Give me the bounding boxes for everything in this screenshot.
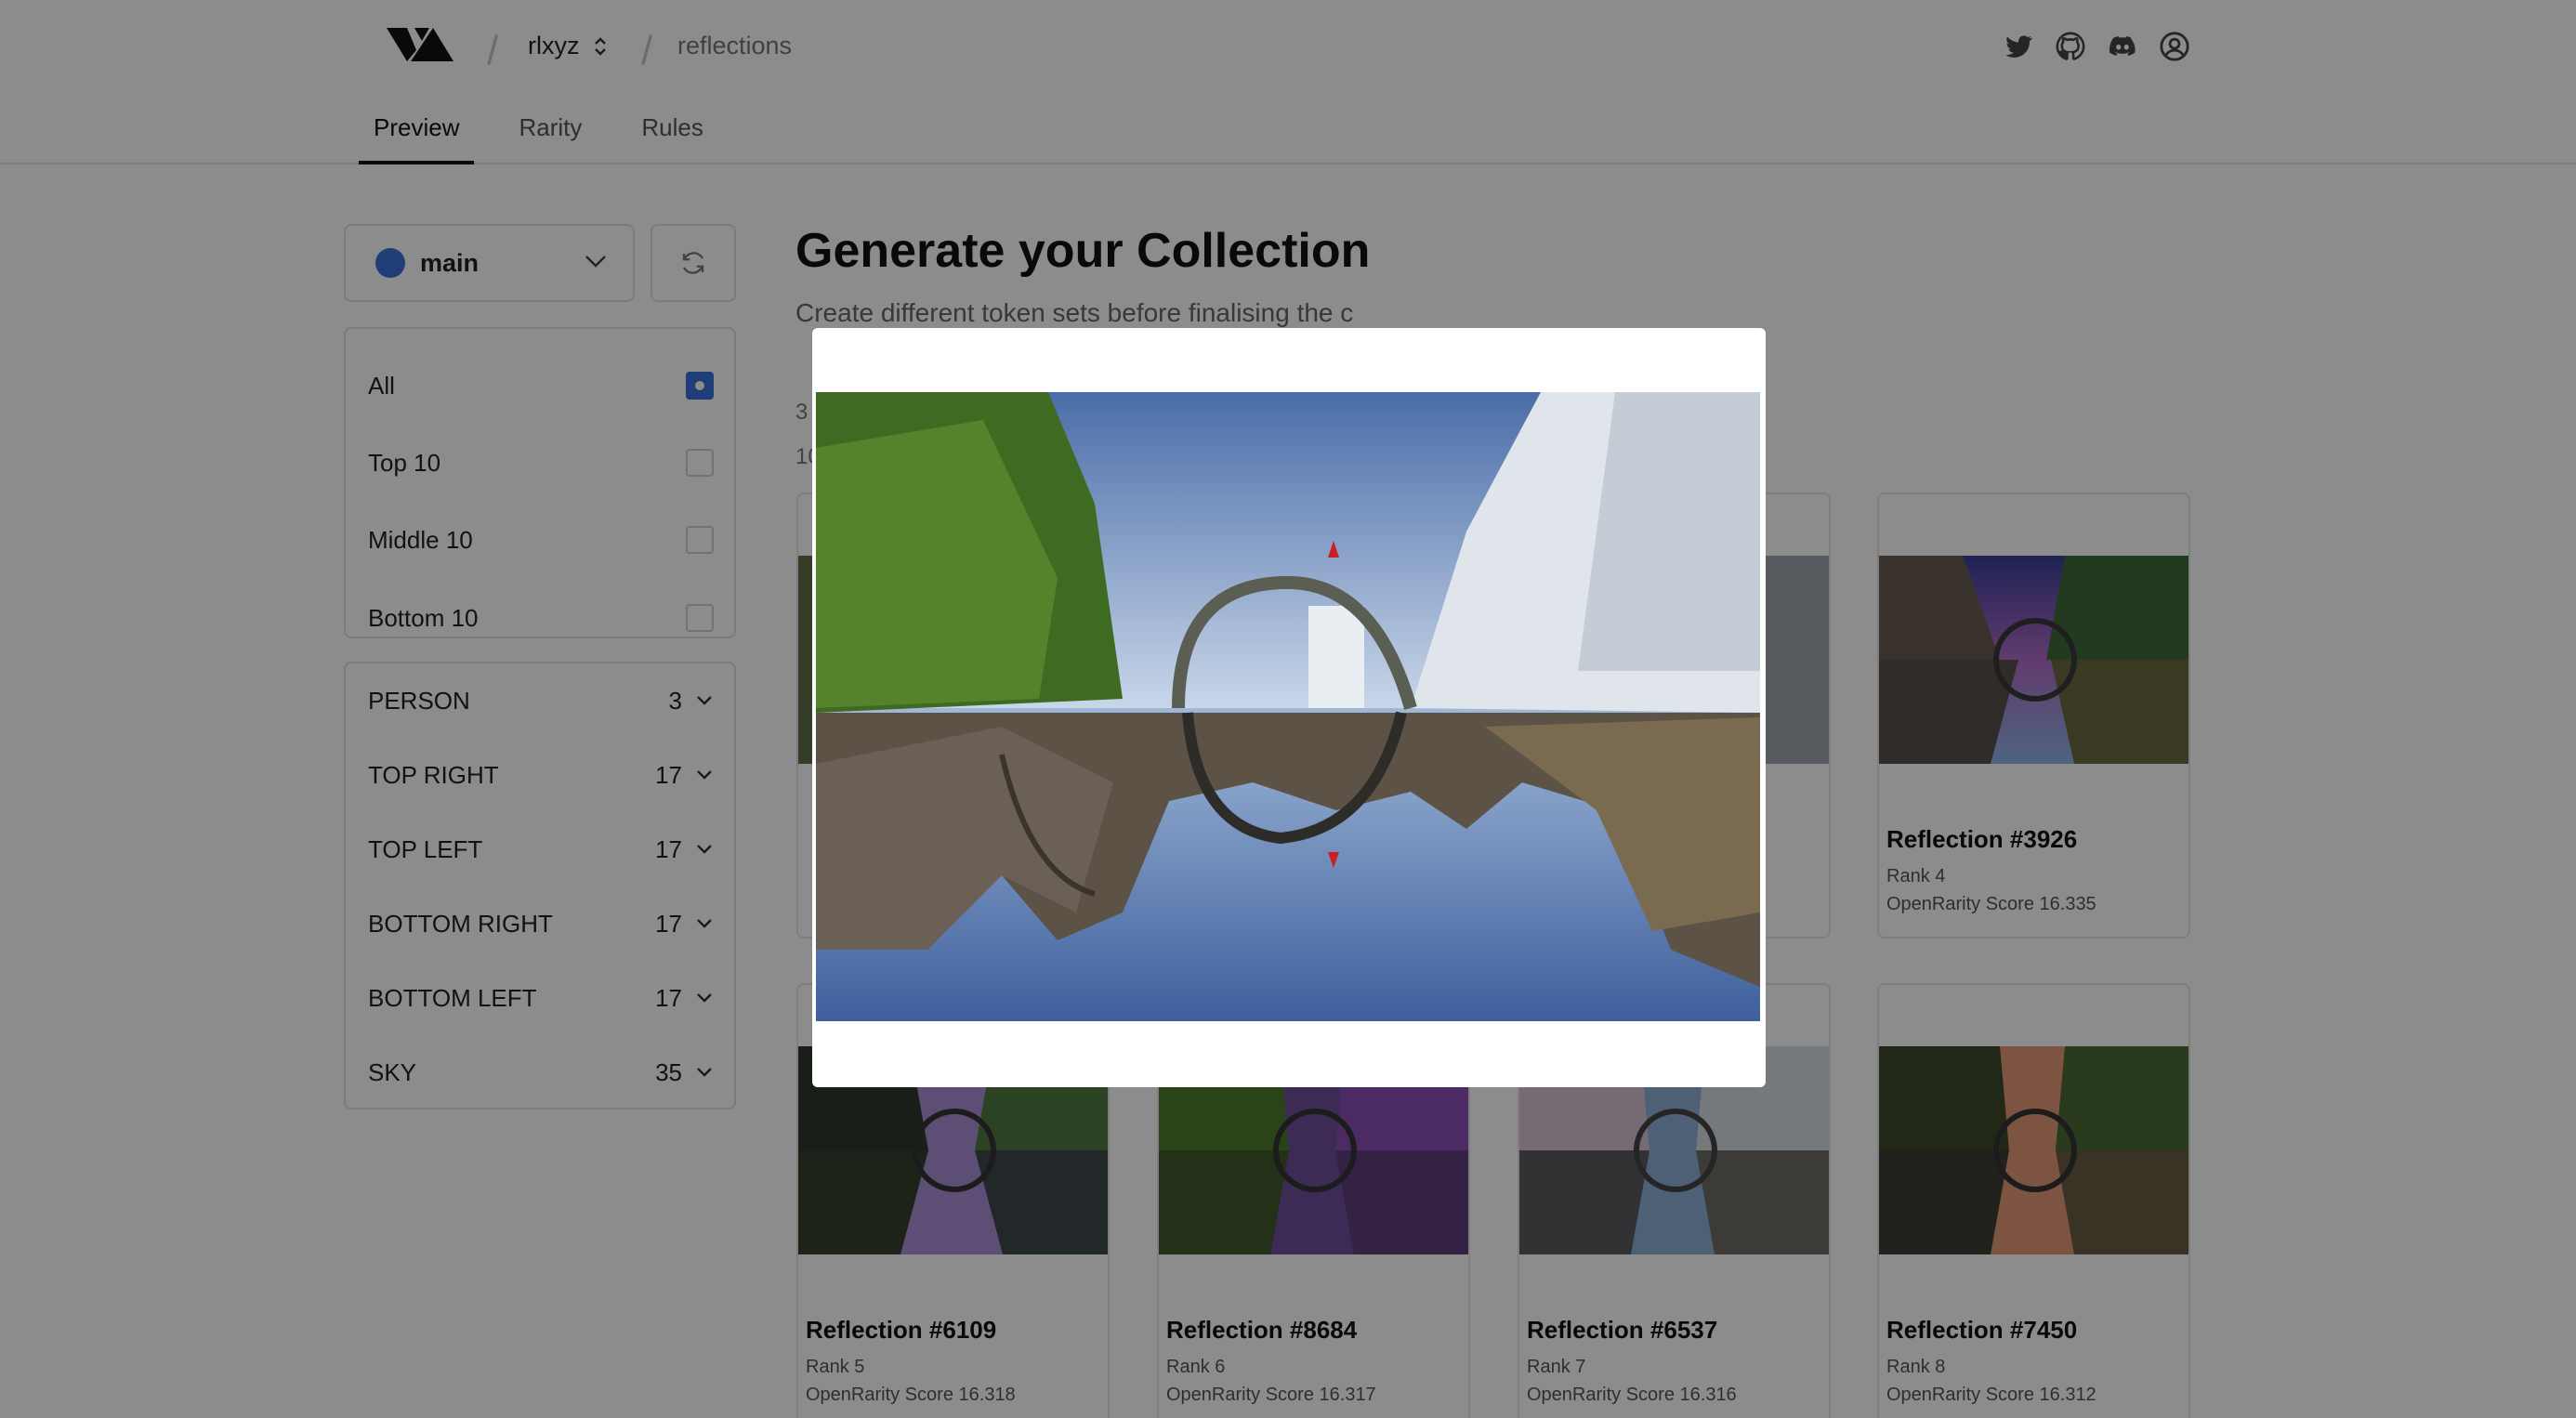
image-preview-modal	[812, 328, 1766, 1087]
preview-image	[816, 392, 1760, 1021]
